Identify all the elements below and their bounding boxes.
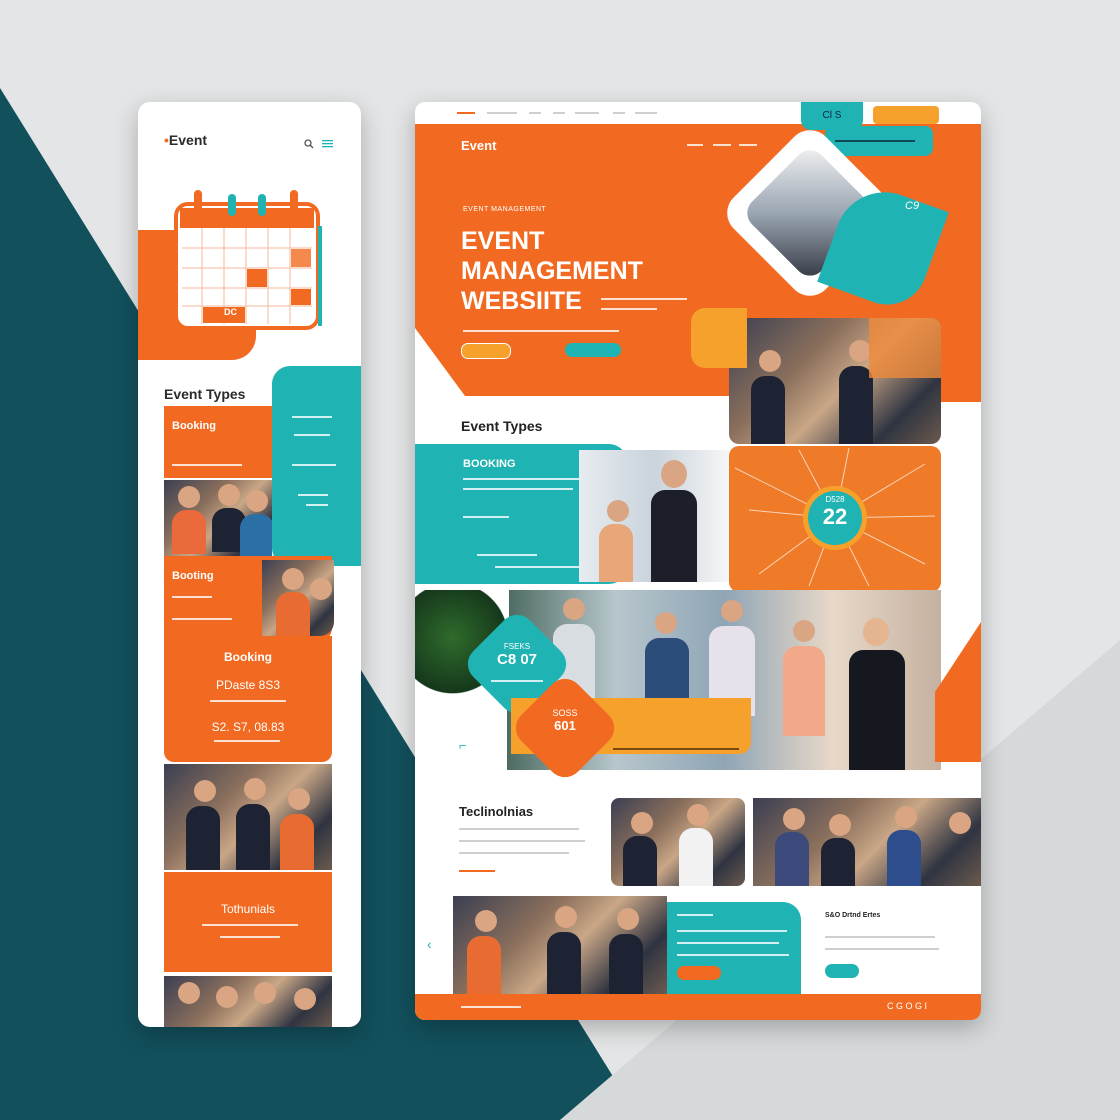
hero-title-line3: WEBSIITE bbox=[461, 287, 582, 315]
mobile-mockup: •Event DC Event Types Booking Booting Bo… bbox=[138, 102, 361, 1027]
mobile-booking-panel[interactable]: Booking PDaste 8S3 S2. S7, 08.83 bbox=[164, 636, 332, 762]
yellow-accent bbox=[691, 308, 747, 368]
hero-title-line2: MANAGEMENT bbox=[461, 257, 643, 285]
hero-secondary-button[interactable] bbox=[565, 343, 621, 357]
testimonials-title: Teclinolnias bbox=[459, 804, 534, 819]
booking-card-title: BOOKING bbox=[463, 458, 516, 470]
date-number: 22 bbox=[822, 504, 848, 529]
mobile-booking-title: Booking bbox=[224, 650, 272, 664]
footer-right: C G O G I bbox=[886, 1001, 927, 1011]
badge-side-text: C9 bbox=[905, 200, 920, 212]
mobile-card-booking[interactable]: Booking bbox=[164, 406, 272, 478]
mobile-photo-3 bbox=[164, 764, 332, 870]
search-icon[interactable] bbox=[304, 136, 314, 154]
desktop-mockup: Event Cl S EVENT MANAGEMENT EVENT MANAGE… bbox=[415, 102, 981, 1020]
right-block-title: S&O Drtnd Ertes bbox=[825, 912, 881, 919]
date-panel[interactable]: D528 22 bbox=[729, 446, 941, 592]
testimonial-photo-1 bbox=[611, 798, 745, 886]
mobile-photo-4 bbox=[164, 976, 332, 1027]
mobile-logo[interactable]: •Event bbox=[164, 132, 207, 148]
menu-icon[interactable] bbox=[322, 136, 334, 154]
mobile-photo-2 bbox=[262, 560, 334, 636]
orange-tag-text: SOSS 601 bbox=[552, 708, 578, 733]
calendar-icon bbox=[172, 186, 324, 339]
hero-primary-button[interactable] bbox=[461, 343, 511, 359]
hero-title-line1: EVENT bbox=[461, 227, 545, 255]
bottom-teal-button[interactable] bbox=[677, 966, 721, 980]
section-title-event-types: Event Types bbox=[461, 418, 543, 434]
desktop-logo[interactable]: Event bbox=[461, 138, 496, 153]
hero-title: EVENT MANAGEMENT WEBSIITE bbox=[461, 226, 643, 316]
mobile-testimonials[interactable]: Tothunials bbox=[164, 872, 332, 972]
mobile-section-title: Event Types bbox=[164, 386, 246, 402]
testimonial-photo-2 bbox=[753, 798, 981, 886]
bottom-teal-card[interactable] bbox=[667, 902, 801, 994]
mobile-card-booking-title: Booking bbox=[172, 420, 216, 432]
speaker-photo bbox=[579, 450, 729, 582]
calendar-label: DC bbox=[224, 307, 237, 317]
right-block-button[interactable] bbox=[825, 964, 859, 978]
hero-kicker: EVENT MANAGEMENT bbox=[463, 206, 547, 213]
small-chevron-icon: ⌐ bbox=[459, 738, 467, 753]
date-label: D528 bbox=[825, 495, 845, 504]
event-photo-top bbox=[729, 318, 941, 444]
bottom-photo bbox=[453, 896, 667, 994]
mobile-booking-line2: S2. S7, 08.83 bbox=[211, 720, 285, 734]
mobile-photo-1 bbox=[164, 480, 272, 556]
mobile-teal-panel bbox=[272, 366, 361, 566]
desktop-footer: C G O G I bbox=[415, 994, 981, 1020]
mobile-booking-line1: PDaste 8S3 bbox=[215, 678, 281, 692]
badge-side bbox=[873, 106, 939, 124]
teal-tag-text: FSEKS C8 07 bbox=[477, 642, 557, 682]
mobile-testimonials-title: Tothunials bbox=[220, 902, 276, 916]
carousel-prev[interactable]: ‹ bbox=[427, 936, 432, 952]
mobile-card-booting-title: Booting bbox=[172, 570, 214, 582]
